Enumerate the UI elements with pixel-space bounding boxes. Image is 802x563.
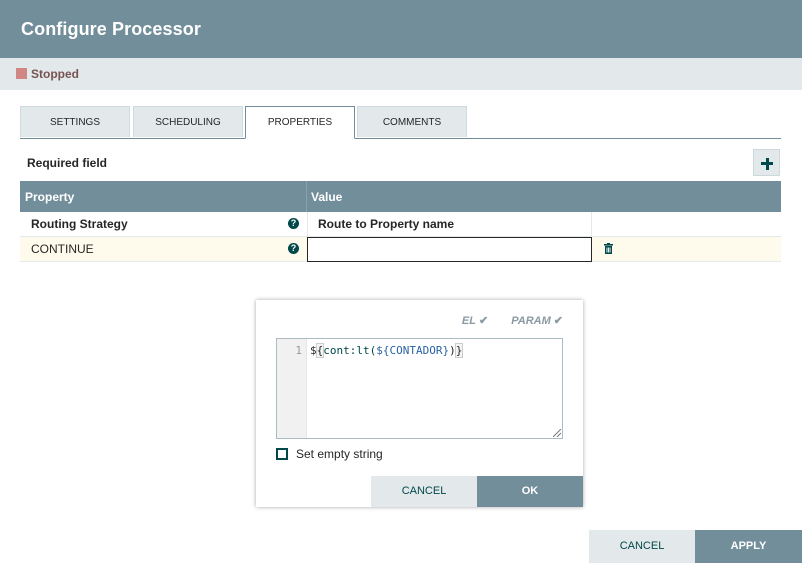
code-line[interactable]: ${cont:lt(${CONTADOR})} [310,343,464,358]
cancel-button[interactable]: CANCEL [589,530,695,563]
set-empty-string-checkbox[interactable] [276,448,288,460]
properties-table: Property Value Routing Strategy ? Route … [20,181,781,262]
add-property-button[interactable] [753,149,780,176]
tab-properties[interactable]: PROPERTIES [245,106,355,139]
code-editor[interactable]: 1 ${cont:lt(${CONTADOR})} [276,338,563,439]
tab-scheduling[interactable]: SCHEDULING [133,106,243,137]
status-label: Stopped [31,67,79,81]
line-gutter: 1 [277,339,307,438]
apply-button[interactable]: APPLY [695,530,802,563]
table-row[interactable]: Routing Strategy ? Route to Property nam… [20,212,781,237]
editor-cancel-button[interactable]: CANCEL [371,476,477,507]
question-circle-icon[interactable]: ? [288,243,299,254]
property-name: CONTINUE [31,242,94,256]
property-name: Routing Strategy [31,217,128,231]
required-field-label: Required field [27,156,108,170]
dialog-header: Configure Processor [0,0,802,58]
param-flag: PARAM ✔ [511,315,563,327]
question-circle-icon[interactable]: ? [288,218,299,229]
property-value-cell[interactable]: Route to Property name [307,212,592,236]
tab-comments[interactable]: COMMENTS [357,106,467,137]
checkmark-icon: ✔ [478,315,489,327]
trash-icon[interactable] [604,243,613,254]
property-value-cell-editing[interactable] [307,237,592,262]
set-empty-string-label[interactable]: Set empty string [296,447,383,461]
column-header-property: Property [25,190,75,204]
editor-flags: EL ✔ PARAM ✔ [442,314,563,327]
configure-processor-dialog: Configure Processor Stopped SETTINGS SCH… [0,0,802,563]
property-value: Route to Property name [318,217,455,231]
el-flag: EL ✔ [461,315,489,327]
status-bar: Stopped [0,58,802,90]
stopped-square-icon [16,68,27,79]
resize-grip-icon[interactable] [553,429,561,437]
dialog-title: Configure Processor [21,19,201,39]
table-row[interactable]: CONTINUE ? [20,237,781,262]
value-editor-popup: EL ✔ PARAM ✔ 1 ${cont:lt(${CONTADOR})} Set… [256,300,583,507]
editor-ok-button[interactable]: OK [477,476,583,507]
column-header-value: Value [311,190,343,204]
table-header: Property Value [20,181,781,212]
checkmark-icon: ✔ [553,315,563,327]
tab-bar: SETTINGS SCHEDULING PROPERTIES COMMENTS [20,106,781,139]
line-number: 1 [295,344,302,357]
tab-settings[interactable]: SETTINGS [20,106,130,137]
